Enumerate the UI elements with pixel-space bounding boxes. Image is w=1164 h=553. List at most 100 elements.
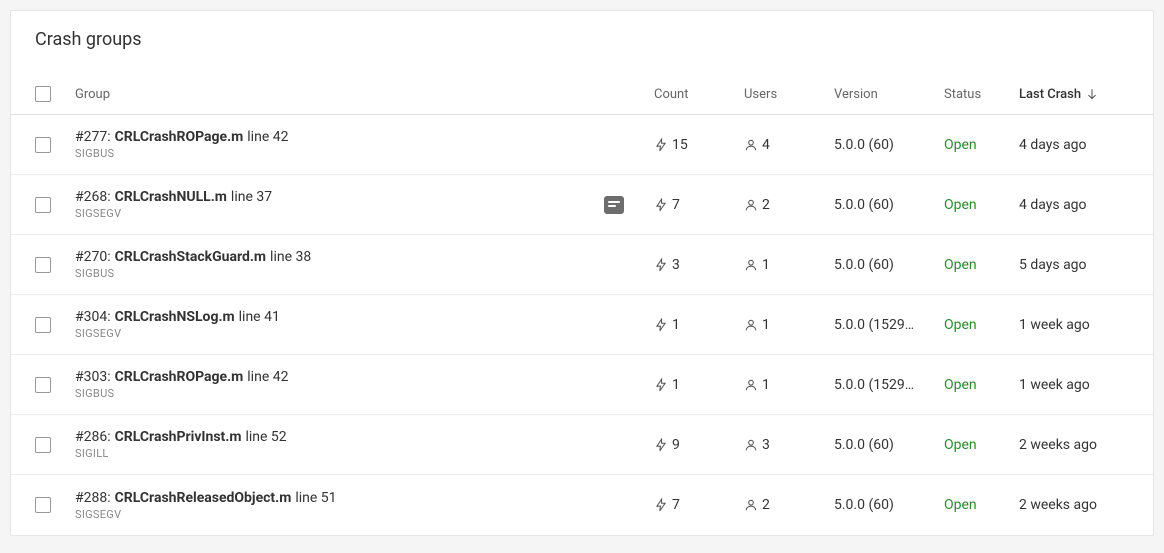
lastcrash-cell: 4 days ago <box>1019 197 1129 213</box>
table-row[interactable]: #304: CRLCrashNSLog.m line 41 SIGSEGV 1 … <box>11 295 1153 355</box>
users-cell: 3 <box>744 437 834 453</box>
count-cell: 1 <box>654 377 744 393</box>
header-users[interactable]: Users <box>744 87 834 102</box>
group-line-text: line 42 <box>247 369 288 385</box>
status-value: Open <box>944 197 977 213</box>
status-cell: Open <box>944 377 1019 393</box>
users-value: 3 <box>762 437 770 453</box>
header-group[interactable]: Group <box>75 87 654 102</box>
user-icon <box>744 258 758 272</box>
users-value: 2 <box>762 497 770 513</box>
count-value: 1 <box>672 317 680 333</box>
group-cell: #304: CRLCrashNSLog.m line 41 SIGSEGV <box>75 309 654 340</box>
lastcrash-value: 2 weeks ago <box>1019 437 1097 453</box>
group-filename: CRLCrashStackGuard.m <box>115 249 266 265</box>
header-checkbox-cell <box>35 86 75 102</box>
status-cell: Open <box>944 317 1019 333</box>
group-signal: SIGSEGV <box>75 508 654 521</box>
group-filename: CRLCrashROPage.m <box>115 369 244 385</box>
row-checkbox[interactable] <box>35 257 51 273</box>
status-cell: Open <box>944 197 1019 213</box>
header-lastcrash[interactable]: Last Crash <box>1019 87 1129 102</box>
header-status[interactable]: Status <box>944 87 1019 102</box>
lastcrash-value: 4 days ago <box>1019 197 1087 213</box>
lastcrash-value: 5 days ago <box>1019 257 1087 273</box>
row-checkbox[interactable] <box>35 197 51 213</box>
version-value: 5.0.0 (1529… <box>834 377 914 393</box>
version-value: 5.0.0 (60) <box>834 437 894 453</box>
count-value: 9 <box>672 437 680 453</box>
group-title-line: #286: CRLCrashPrivInst.m line 52 <box>75 429 654 445</box>
group-line-text: line 51 <box>295 490 336 506</box>
row-checkbox[interactable] <box>35 137 51 153</box>
group-title-line: #277: CRLCrashROPage.m line 42 <box>75 129 654 145</box>
count-cell: 7 <box>654 197 744 213</box>
row-checkbox-cell <box>35 377 75 393</box>
row-checkbox[interactable] <box>35 317 51 333</box>
users-value: 1 <box>762 377 770 393</box>
row-checkbox-cell <box>35 197 75 213</box>
header-count[interactable]: Count <box>654 87 744 102</box>
lastcrash-cell: 1 week ago <box>1019 377 1129 393</box>
version-value: 5.0.0 (1529… <box>834 317 914 333</box>
table-row[interactable]: #277: CRLCrashROPage.m line 42 SIGBUS 15… <box>11 115 1153 175</box>
user-icon <box>744 438 758 452</box>
header-version-label: Version <box>834 87 878 102</box>
lastcrash-cell: 4 days ago <box>1019 137 1129 153</box>
header-lastcrash-label: Last Crash <box>1019 87 1081 102</box>
note-icon[interactable] <box>604 196 624 214</box>
lastcrash-cell: 2 weeks ago <box>1019 497 1129 513</box>
header-version[interactable]: Version <box>834 87 944 102</box>
version-value: 5.0.0 (60) <box>834 257 894 273</box>
group-signal: SIGBUS <box>75 267 654 280</box>
group-title-line: #304: CRLCrashNSLog.m line 41 <box>75 309 654 325</box>
row-checkbox-cell <box>35 437 75 453</box>
version-cell: 5.0.0 (60) <box>834 137 944 153</box>
group-signal: SIGBUS <box>75 387 654 400</box>
users-value: 1 <box>762 317 770 333</box>
select-all-checkbox[interactable] <box>35 86 51 102</box>
count-cell: 1 <box>654 317 744 333</box>
group-title-line: #270: CRLCrashStackGuard.m line 38 <box>75 249 654 265</box>
group-cell: #303: CRLCrashROPage.m line 42 SIGBUS <box>75 369 654 400</box>
lastcrash-value: 1 week ago <box>1019 377 1090 393</box>
row-checkbox-cell <box>35 317 75 333</box>
lastcrash-value: 4 days ago <box>1019 137 1087 153</box>
row-checkbox[interactable] <box>35 497 51 513</box>
group-main: #303: CRLCrashROPage.m line 42 SIGBUS <box>75 369 654 400</box>
table-row[interactable]: #303: CRLCrashROPage.m line 42 SIGBUS 1 … <box>11 355 1153 415</box>
users-cell: 4 <box>744 137 834 153</box>
lastcrash-cell: 5 days ago <box>1019 257 1129 273</box>
table-row[interactable]: #270: CRLCrashStackGuard.m line 38 SIGBU… <box>11 235 1153 295</box>
group-line-text: line 41 <box>239 309 280 325</box>
group-main: #270: CRLCrashStackGuard.m line 38 SIGBU… <box>75 249 654 280</box>
table-row[interactable]: #268: CRLCrashNULL.m line 37 SIGSEGV 7 2… <box>11 175 1153 235</box>
lightning-icon <box>654 438 668 452</box>
group-cell: #270: CRLCrashStackGuard.m line 38 SIGBU… <box>75 249 654 280</box>
group-cell: #268: CRLCrashNULL.m line 37 SIGSEGV <box>75 189 654 220</box>
row-checkbox[interactable] <box>35 377 51 393</box>
group-line-text: line 38 <box>270 249 311 265</box>
version-cell: 5.0.0 (1529… <box>834 317 944 333</box>
group-id-prefix: #270: <box>75 249 111 265</box>
users-value: 2 <box>762 197 770 213</box>
count-cell: 7 <box>654 497 744 513</box>
crash-groups-panel: Crash groups Group Count Users Version S… <box>10 10 1154 536</box>
count-value: 1 <box>672 377 680 393</box>
row-checkbox[interactable] <box>35 437 51 453</box>
lightning-icon <box>654 498 668 512</box>
count-value: 7 <box>672 497 680 513</box>
row-checkbox-cell <box>35 257 75 273</box>
version-cell: 5.0.0 (1529… <box>834 377 944 393</box>
count-cell: 3 <box>654 257 744 273</box>
lastcrash-value: 1 week ago <box>1019 317 1090 333</box>
user-icon <box>744 318 758 332</box>
count-value: 7 <box>672 197 680 213</box>
users-cell: 1 <box>744 257 834 273</box>
group-id-prefix: #277: <box>75 129 111 145</box>
group-line-text: line 52 <box>245 429 286 445</box>
table-row[interactable]: #288: CRLCrashReleasedObject.m line 51 S… <box>11 475 1153 535</box>
header-status-label: Status <box>944 87 981 102</box>
table-row[interactable]: #286: CRLCrashPrivInst.m line 52 SIGILL … <box>11 415 1153 475</box>
status-value: Open <box>944 437 977 453</box>
